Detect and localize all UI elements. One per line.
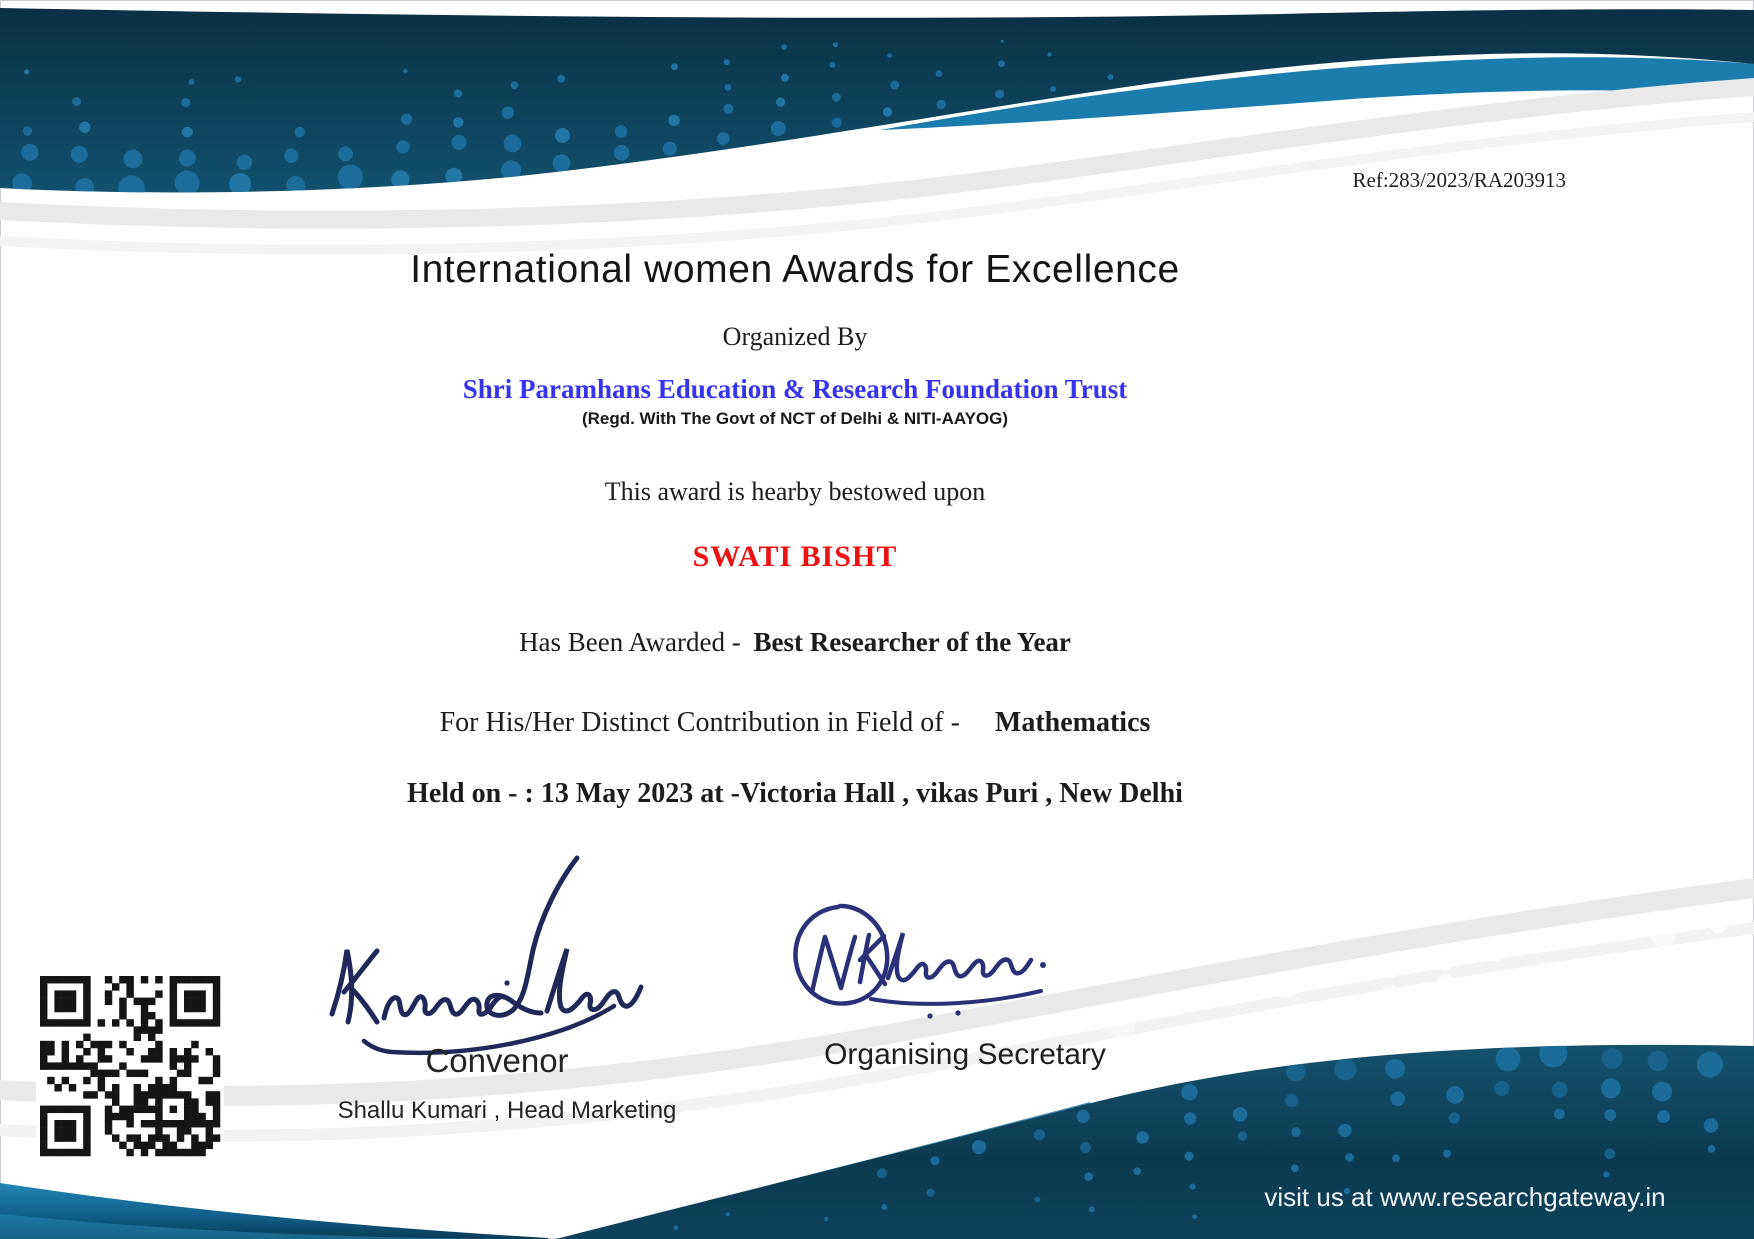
bestowed-line: This award is hearby bestowed upon [0, 477, 1590, 507]
secretary-role-label: Organising Secretary [795, 1038, 1135, 1072]
registration-note: (Regd. With The Govt of NCT of Delhi & N… [0, 409, 1590, 429]
award-line: Has Been Awarded - Best Researcher of th… [0, 627, 1590, 658]
certificate-page: Ref:283/2023/RA203913 International wome… [0, 0, 1754, 1239]
organized-by-label: Organized By [0, 322, 1590, 352]
award-prefix: Has Been Awarded - [519, 627, 747, 657]
held-on-line: Held on - : 13 May 2023 at -Victoria Hal… [0, 778, 1590, 810]
contribution-line: For His/Her Distinct Contribution in Fie… [0, 707, 1590, 739]
contribution-field: Mathematics [995, 707, 1151, 738]
recipient-name: SWATI BISHT [0, 540, 1590, 574]
footer-visit-line: visit us at www.researchgateway.in [1205, 1182, 1725, 1213]
organization-name: Shri Paramhans Education & Research Foun… [0, 374, 1590, 405]
convenor-role-label: Convenor [322, 1042, 672, 1080]
convenor-name-line: Shallu Kumari , Head Marketing [292, 1097, 722, 1125]
award-title: Best Researcher of the Year [754, 627, 1071, 657]
certificate-title: International women Awards for Excellenc… [0, 248, 1590, 292]
contribution-prefix: For His/Her Distinct Contribution in Fie… [440, 707, 967, 738]
